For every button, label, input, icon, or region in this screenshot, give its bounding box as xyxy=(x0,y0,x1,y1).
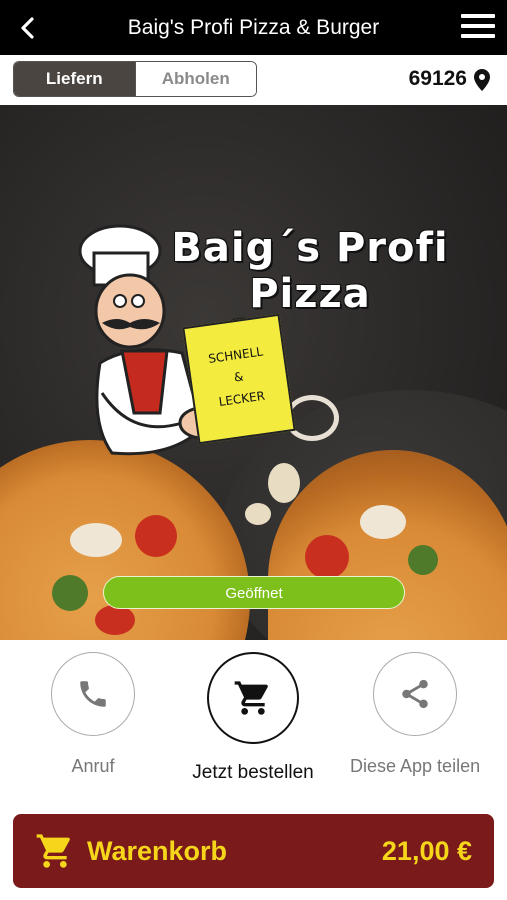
tomato-topping xyxy=(305,535,349,579)
cart-button[interactable]: Warenkorb 21,00 € xyxy=(13,814,494,888)
top-app-bar: Baig's Profi Pizza & Burger xyxy=(0,0,507,55)
delivery-option-button[interactable]: Liefern xyxy=(14,62,135,96)
pickup-option-button[interactable]: Abholen xyxy=(134,62,256,96)
call-button[interactable] xyxy=(51,652,135,736)
map-pin-icon[interactable] xyxy=(474,69,490,91)
chevron-left-icon[interactable] xyxy=(14,14,42,42)
share-button[interactable] xyxy=(373,652,457,736)
order-action[interactable]: Jetzt bestellen xyxy=(180,652,326,784)
order-now-button[interactable] xyxy=(207,652,299,744)
mushroom-topping xyxy=(360,505,406,539)
phone-icon xyxy=(80,681,106,707)
cart-label: Warenkorb xyxy=(87,836,228,866)
postal-code[interactable]: 69126 xyxy=(409,67,467,91)
logo-line-1: Baig´s Profi xyxy=(171,225,449,271)
share-action[interactable]: Diese App teilen xyxy=(350,652,480,777)
logo-line-2: Pizza xyxy=(249,271,371,317)
delivery-mode-bar: Liefern Abholen 69126 xyxy=(0,55,507,105)
call-action[interactable]: Anruf xyxy=(50,652,136,777)
share-label: Diese App teilen xyxy=(350,756,481,776)
share-icon xyxy=(402,679,428,709)
cart-total: 21,00 € xyxy=(381,836,472,866)
app-title: Baig's Profi Pizza & Burger xyxy=(127,16,380,39)
sticky-note: SCHNELL & LECKER xyxy=(182,313,296,445)
call-label: Anruf xyxy=(71,756,115,776)
basil-topping xyxy=(408,545,438,575)
quick-actions: Anruf Jetzt bestellen Diese App teilen xyxy=(0,640,507,800)
open-status-badge: Geöffnet xyxy=(103,576,405,609)
delivery-mode-toggle: Liefern Abholen xyxy=(13,61,257,97)
cart-icon xyxy=(234,681,268,715)
restaurant-logo-text: Baig´s Profi Pizza xyxy=(170,225,450,317)
hamburger-menu-icon[interactable] xyxy=(461,14,495,40)
basil-topping xyxy=(52,575,88,611)
tomato-topping xyxy=(95,605,135,635)
order-now-label: Jetzt bestellen xyxy=(192,762,314,783)
restaurant-banner: SCHNELL & LECKER Baig´s Profi Pizza Geöf… xyxy=(0,105,507,640)
cart-icon xyxy=(36,834,70,868)
